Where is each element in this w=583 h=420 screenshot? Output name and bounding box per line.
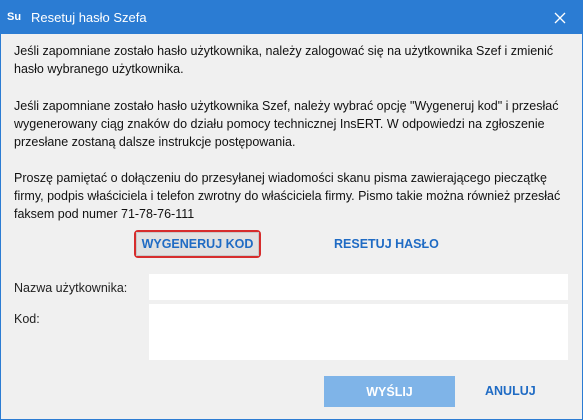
close-button[interactable]: [538, 1, 582, 34]
close-icon: [554, 12, 566, 23]
reset-password-dialog: Su Resetuj hasło Szefa Jeśli zapomniane …: [0, 0, 583, 420]
window-title: Resetuj hasło Szefa: [31, 10, 147, 25]
send-button[interactable]: WYŚLIJ: [324, 376, 455, 407]
app-icon: Su: [7, 11, 22, 23]
code-label: Kod:: [14, 312, 40, 326]
info-paragraph-2: Jeśli zapomniane zostało hasło użytkowni…: [14, 99, 559, 149]
username-label: Nazwa użytkownika:: [14, 281, 128, 295]
code-textarea[interactable]: [149, 304, 568, 360]
info-paragraph-3: Proszę pamiętać o dołączeniu do przesyła…: [14, 171, 561, 221]
generate-code-highlight: WYGENERUJ KOD: [134, 230, 261, 258]
info-paragraph-1: Jeśli zapomniane zostało hasło użytkowni…: [14, 44, 554, 76]
title-bar[interactable]: Su Resetuj hasło Szefa: [1, 1, 582, 34]
reset-password-button[interactable]: RESETUJ HASŁO: [334, 237, 439, 251]
cancel-button[interactable]: ANULUJ: [485, 384, 536, 398]
generate-code-button[interactable]: WYGENERUJ KOD: [136, 232, 259, 256]
username-input[interactable]: [149, 274, 568, 300]
